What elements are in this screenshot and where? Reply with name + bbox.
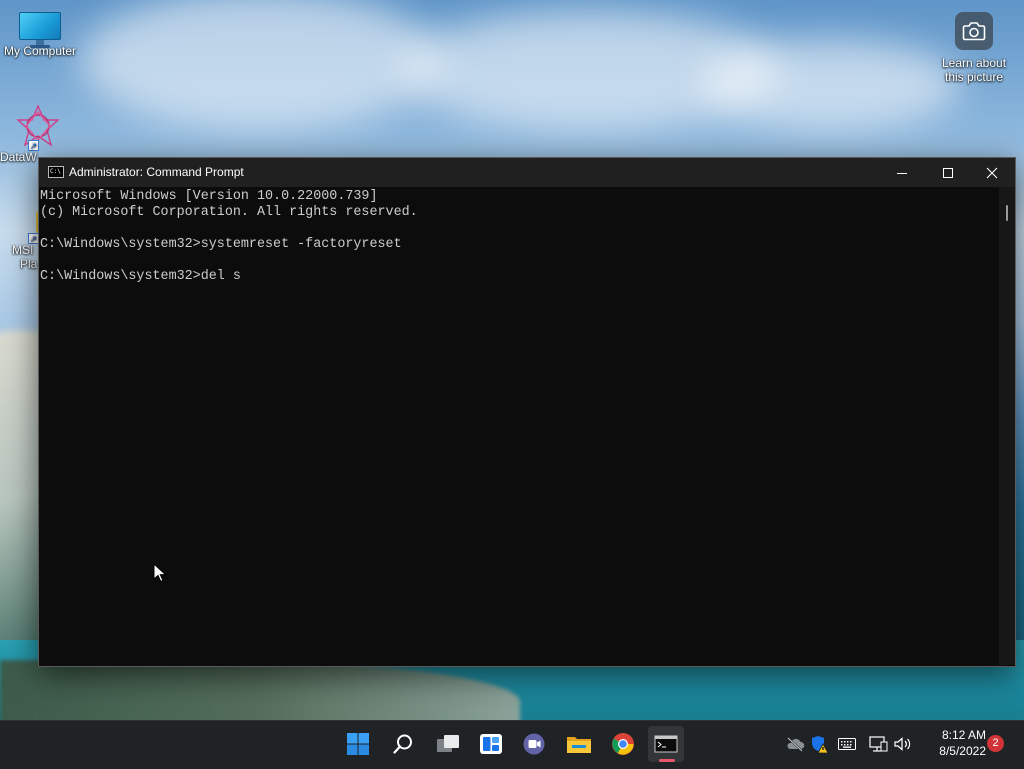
console-output[interactable]: Microsoft Windows [Version 10.0.22000.73…	[39, 187, 999, 665]
terminal-icon	[654, 735, 678, 753]
widgets-icon	[480, 734, 502, 754]
chat-button[interactable]	[516, 726, 552, 762]
notification-badge[interactable]: 2	[987, 735, 1004, 752]
chrome-icon	[612, 733, 634, 755]
window-title: Administrator: Command Prompt	[69, 165, 244, 179]
shortcut-arrow-icon: ↗	[28, 140, 39, 151]
maximize-icon	[943, 167, 953, 178]
monitor-icon	[19, 12, 61, 48]
start-icon	[347, 733, 369, 755]
minimize-button[interactable]	[879, 158, 925, 187]
spotlight-label-line2: this picture	[944, 70, 1004, 84]
task-view-button[interactable]	[430, 726, 466, 762]
command-prompt-window[interactable]: C:\ Administrator: Command Prompt Micros…	[38, 157, 1016, 667]
title-bar[interactable]: C:\ Administrator: Command Prompt	[39, 158, 1015, 187]
vertical-scrollbar[interactable]	[999, 187, 1015, 665]
maximize-button[interactable]	[925, 158, 971, 187]
teams-chat-icon	[523, 733, 545, 755]
desktop-icon-my-computer[interactable]: My Computer	[0, 12, 80, 58]
onedrive-icon	[787, 737, 805, 752]
widgets-button[interactable]	[473, 726, 509, 762]
network-icon	[869, 736, 888, 752]
minimize-icon	[897, 172, 907, 174]
defender-warning-icon	[812, 736, 829, 754]
system-clock[interactable]: 8:12 AM 8/5/2022	[918, 727, 986, 759]
search-button[interactable]	[385, 726, 421, 762]
keyboard-button[interactable]	[835, 720, 859, 768]
search-icon	[393, 734, 412, 754]
chrome-button[interactable]	[605, 726, 641, 762]
task-view-icon	[437, 735, 459, 752]
close-button[interactable]	[969, 158, 1015, 187]
volume-icon	[894, 737, 911, 751]
datawave-icon: ↗	[16, 104, 60, 151]
close-icon	[986, 167, 998, 178]
console-line: C:\Windows\system32>systemreset -factory…	[40, 237, 402, 252]
console-input-line[interactable]: C:\Windows\system32>del s	[40, 269, 999, 285]
onedrive-button[interactable]	[784, 720, 806, 768]
console-line: (c) Microsoft Corporation. All rights re…	[40, 205, 418, 220]
security-button[interactable]	[808, 720, 830, 768]
spotlight-label-line1: Learn about	[941, 56, 1007, 70]
desktop-icon-datawave[interactable]: ↗ DataW	[0, 104, 78, 164]
start-button[interactable]	[340, 726, 376, 762]
network-button[interactable]	[867, 720, 889, 768]
camera-icon	[955, 12, 993, 50]
clock-time: 8:12 AM	[941, 728, 986, 742]
command-prompt-taskbar-button[interactable]	[648, 726, 684, 762]
file-explorer-button[interactable]	[561, 726, 597, 762]
mouse-pointer-icon	[153, 562, 167, 588]
console-line: Microsoft Windows [Version 10.0.22000.73…	[40, 189, 378, 204]
active-app-indicator	[659, 759, 675, 762]
cmd-icon: C:\	[48, 166, 64, 178]
file-explorer-icon	[567, 737, 591, 753]
clock-date: 8/5/2022	[939, 744, 986, 758]
learn-about-picture[interactable]: Learn about this picture	[934, 12, 1014, 84]
keyboard-icon	[838, 738, 856, 750]
volume-button[interactable]	[892, 720, 914, 768]
scrollbar-thumb[interactable]	[1006, 205, 1008, 221]
